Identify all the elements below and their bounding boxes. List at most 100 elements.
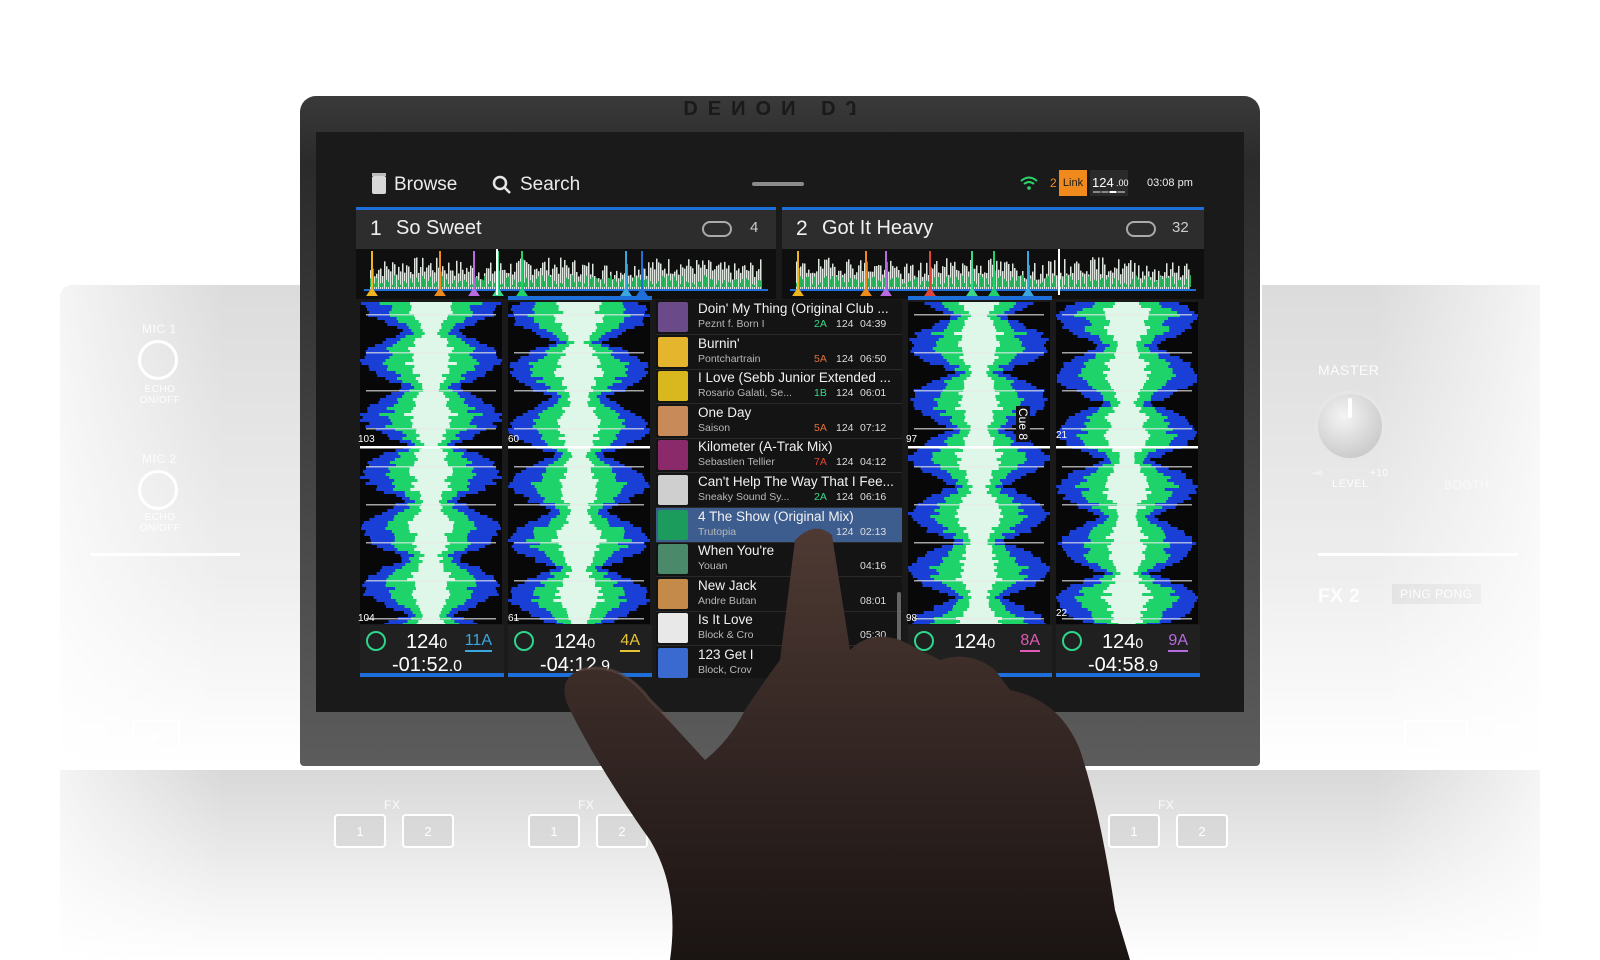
album-art	[658, 440, 688, 471]
play-button-hw[interactable]: ▶	[132, 720, 180, 752]
deck1-loop-size: 4	[750, 219, 759, 236]
fx-label-left: FX	[384, 798, 401, 812]
track-title: Kilometer (A-Trak Mix)	[698, 439, 833, 455]
loop-icon[interactable]	[702, 221, 732, 237]
track-title: Burnin'	[698, 335, 740, 351]
deck1-bpm: 1240	[406, 631, 448, 653]
deck2-header[interactable]: 2 Got It Heavy 32	[782, 207, 1204, 249]
controller-bottom-panel	[60, 770, 1540, 960]
loop-icon[interactable]	[1126, 221, 1156, 237]
fx2-button-right[interactable]: 2	[1176, 814, 1228, 848]
ping-pong-label: PING PONG	[1392, 584, 1481, 604]
search-label: Search	[520, 174, 581, 195]
track-key: 5A	[814, 421, 827, 434]
deck1-progress	[360, 673, 504, 677]
fx1-button-left[interactable]: 1	[334, 814, 386, 848]
track-row[interactable]: 123 Get I Block, Crov	[656, 646, 902, 678]
deck2-overview-waveform[interactable]	[782, 249, 1204, 299]
fx1-button-right[interactable]: 1	[1108, 814, 1160, 848]
track-title: One Day	[698, 404, 752, 420]
album-art	[658, 648, 688, 678]
deck4-beat-top: 21	[1056, 430, 1068, 441]
search-button[interactable]: Search	[492, 174, 580, 196]
track-row[interactable]: Kilometer (A-Trak Mix) Sebastien Tellier 7…	[656, 438, 902, 474]
right-controller-panel	[1262, 285, 1540, 765]
deck3-beat-bottom: 61	[508, 613, 520, 624]
deck2-key: 8A	[1020, 632, 1040, 652]
track-row[interactable]: When You're Youan 04:16	[656, 542, 902, 578]
track-row[interactable]: Is It Love Block & Cro 05:30	[656, 611, 902, 647]
deck1-header[interactable]: 1 So Sweet 4	[356, 207, 776, 249]
link-peer-count: 2	[1050, 176, 1057, 190]
sync-icon[interactable]	[514, 631, 534, 651]
track-row[interactable]: I Love (Sebb Junior Extended ... Rosario …	[656, 369, 902, 405]
fx2-button-mid[interactable]: 2	[596, 814, 648, 848]
drawer-handle[interactable]	[752, 182, 804, 186]
browse-label: Browse	[394, 174, 458, 195]
track-title: When You're	[698, 543, 775, 559]
deck2-beat-bottom: 98	[906, 613, 918, 624]
sync-icon[interactable]	[366, 631, 386, 651]
fx-label-right: FX	[1158, 798, 1175, 812]
deck4-key: 9A	[1168, 632, 1188, 652]
track-title: Is It Love	[698, 612, 753, 628]
track-artist: Block, Crov	[698, 664, 752, 676]
fx1-button-mid[interactable]: 1	[528, 814, 580, 848]
deck2-waveform[interactable]	[908, 302, 1050, 624]
divider-line-right	[1318, 553, 1518, 556]
track-duration: 06:50	[860, 352, 887, 365]
deck3-footer: 1240 4A -04:12.9	[508, 625, 652, 677]
track-row[interactable]: One Day Saison 5A 124 07:12	[656, 404, 902, 439]
list-scrollbar[interactable]	[897, 592, 901, 652]
deck1-number: 1	[370, 217, 382, 240]
brand-logo: DENON DJ	[683, 96, 867, 118]
track-row[interactable]: Can't Help The Way That I Fee... Sneaky S…	[656, 473, 902, 508]
deck1-beat-top: 103	[358, 434, 375, 445]
track-bpm: 124	[836, 387, 854, 400]
deck1-footer: 1240 11A -01:52.0	[360, 625, 504, 677]
track-row[interactable]: Burnin' Pontchartrain 5A 124 06:50	[656, 335, 902, 370]
deck4-progress	[1056, 673, 1200, 677]
echo1-label: ECHO ON/OFF	[139, 384, 181, 406]
sync-icon[interactable]	[914, 631, 934, 651]
clock: 03:08 pm	[1147, 177, 1193, 189]
deck1-waveform[interactable]	[360, 302, 502, 624]
mic2-knob[interactable]	[138, 470, 178, 510]
link-button[interactable]: Link	[1059, 170, 1087, 196]
sync-icon[interactable]	[1062, 631, 1082, 651]
track-bpm: 124	[836, 456, 854, 469]
fx-on-button[interactable]: ON	[1404, 720, 1468, 752]
track-list[interactable]: Doin' My Thing (Original Club ... Peznt f…	[656, 300, 902, 678]
browse-button[interactable]: Browse	[372, 173, 458, 196]
track-row[interactable]: New Jack Andre Butan 08:01	[656, 577, 902, 612]
album-art	[658, 509, 688, 540]
track-key: 2A	[814, 318, 827, 330]
browse-icon	[372, 173, 386, 194]
mic1-knob[interactable]	[138, 340, 178, 380]
track-duration: 02:13	[860, 525, 887, 538]
wifi-icon	[1020, 176, 1038, 190]
master-level-knob[interactable]	[1318, 394, 1382, 458]
echo2-label: ECHO ON/OFF	[139, 512, 181, 534]
track-title: 4 The Show (Original Mix)	[698, 508, 854, 524]
divider-line	[90, 553, 240, 556]
booth-label: BOOTH	[1444, 478, 1490, 492]
track-duration: 06:01	[860, 387, 887, 400]
deck4-waveform[interactable]	[1056, 302, 1198, 624]
track-row[interactable]: 4 The Show (Original Mix) Trutopia 124 02:1…	[656, 507, 902, 543]
track-key: 1B	[814, 387, 827, 400]
track-title: Doin' My Thing (Original Club ...	[698, 301, 889, 316]
master-label: MASTER	[1318, 362, 1380, 378]
track-row[interactable]: Doin' My Thing (Original Club ... Peznt f…	[656, 300, 902, 335]
track-key: 2A	[814, 491, 827, 503]
fx2-button-left[interactable]: 2	[402, 814, 454, 848]
track-key: 5A	[814, 352, 827, 365]
deck1-beat-bottom: 104	[358, 613, 375, 624]
track-artist: Saison	[698, 421, 731, 434]
deck3-waveform[interactable]	[508, 302, 650, 624]
track-artist: Block & Cro	[698, 629, 754, 642]
deck1-overview-waveform[interactable]	[356, 249, 776, 299]
track-key: 7A	[814, 456, 827, 469]
touchscreen: Browse Search 2 Link 124 .00 03:08 pm 1 …	[316, 132, 1244, 712]
deck3-beat-top: 60	[508, 434, 520, 445]
